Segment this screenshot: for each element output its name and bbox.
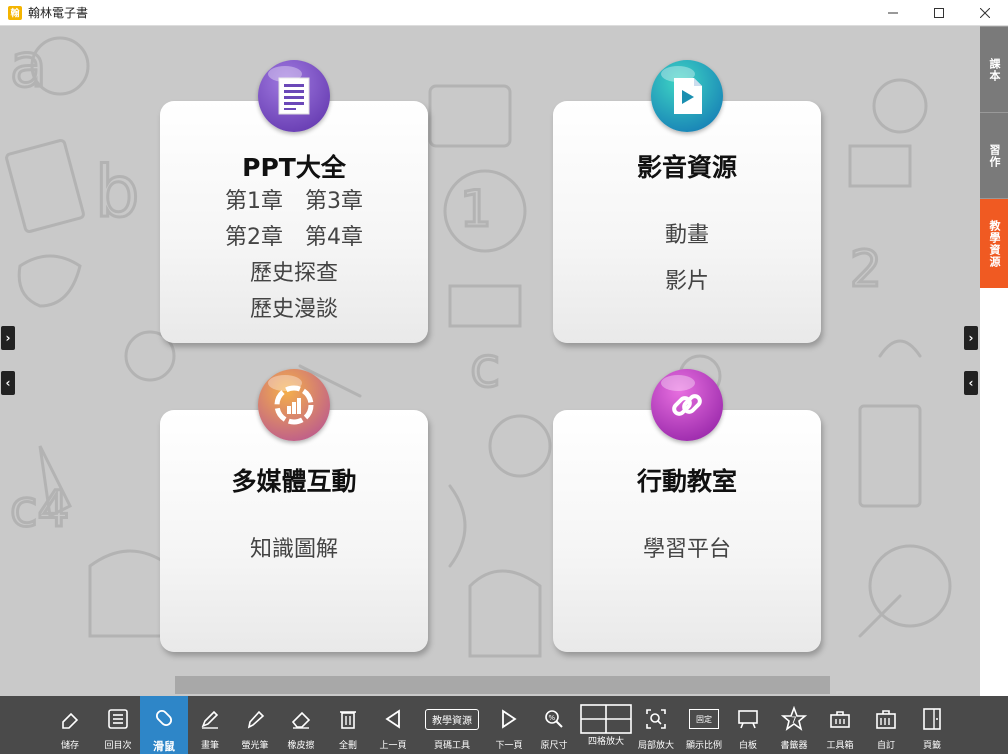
eraser-button[interactable]: 橡皮擦 xyxy=(284,696,318,754)
maximize-icon xyxy=(934,8,944,18)
svg-text:1: 1 xyxy=(460,180,492,238)
display-ratio-icon: 固定 xyxy=(689,706,719,732)
link-icon xyxy=(651,369,723,441)
svg-text:c: c xyxy=(470,335,500,399)
svg-text:b: b xyxy=(95,151,139,233)
tab-teaching-resources[interactable]: 教學資源 xyxy=(980,198,1008,288)
app-logo-icon: 翰 xyxy=(8,5,22,20)
minimize-button[interactable] xyxy=(870,0,916,26)
prev-page-button[interactable]: 上一頁 xyxy=(376,696,410,754)
svg-text:2: 2 xyxy=(850,240,882,298)
clear-all-button[interactable]: 全刪 xyxy=(334,696,362,754)
close-button[interactable] xyxy=(962,0,1008,26)
pen-icon xyxy=(199,706,221,732)
close-icon xyxy=(980,8,990,18)
trash-icon xyxy=(338,706,358,732)
svg-text:7: 7 xyxy=(791,716,797,726)
content-area: a b c4 1 c 2 PPT大全 第1章 第3章 第2章 第4章 歷史探查 … xyxy=(0,26,980,696)
doodle-background: a b c4 1 c 2 xyxy=(5,30,952,658)
eraser-icon xyxy=(290,706,312,732)
svg-text:a: a xyxy=(10,31,47,101)
toc-icon xyxy=(107,706,129,732)
prev-page-icon xyxy=(384,706,402,732)
card-ppt-title: PPT大全 xyxy=(242,153,346,182)
chevron-left-icon: ‹ xyxy=(968,376,974,390)
card-interactive-link[interactable]: 知識圖解 xyxy=(160,532,428,568)
side-tabs: 課本 習作 教學資源 xyxy=(980,26,1008,696)
card-media-links: 動畫 影片 xyxy=(553,213,821,305)
save-button[interactable]: 儲存 xyxy=(52,696,88,754)
whiteboard-button[interactable]: 白板 xyxy=(734,696,762,754)
partial-zoom-icon xyxy=(645,706,667,732)
toc-button[interactable]: 回目次 xyxy=(98,696,138,754)
card-ppt-link[interactable]: 第2章 第4章 xyxy=(160,220,428,256)
save-icon xyxy=(59,706,81,732)
left-panel-collapse-button[interactable]: ‹ xyxy=(1,371,15,395)
partial-zoom-button[interactable]: 局部放大 xyxy=(636,696,676,754)
page-tool-icon: 教學資源 xyxy=(425,706,479,732)
video-icon xyxy=(651,60,723,132)
card-interactive-links: 知識圖解 xyxy=(160,532,428,568)
card-mobile-title: 行動教室 xyxy=(636,467,737,496)
card-media[interactable]: 影音資源 動畫 影片 xyxy=(553,101,821,343)
title-bar: 翰 翰林電子書 xyxy=(0,0,1008,26)
card-ppt-link[interactable]: 歷史探查 xyxy=(160,256,428,292)
right-panel-expand-button[interactable]: › xyxy=(964,326,978,350)
tab-workbook[interactable]: 習作 xyxy=(980,112,1008,198)
toolbox-icon xyxy=(829,706,851,732)
page-tool-button[interactable]: 教學資源 頁碼工具 xyxy=(418,696,486,754)
bottom-toolbar: 儲存 回目次 滑鼠 畫筆 螢光筆 橡皮擦 全刪 上一頁 教學資源 頁碼工具 下一… xyxy=(0,696,1008,754)
right-panel-collapse-button[interactable]: ‹ xyxy=(964,371,978,395)
document-icon xyxy=(258,60,330,132)
next-page-button[interactable]: 下一頁 xyxy=(492,696,526,754)
bookmark-icon: 7 xyxy=(781,706,807,732)
next-page-icon xyxy=(500,706,518,732)
maximize-button[interactable] xyxy=(916,0,962,26)
bookmark-button[interactable]: 7 書籤器 xyxy=(776,696,812,754)
whiteboard-icon xyxy=(737,706,759,732)
card-media-link[interactable]: 影片 xyxy=(553,259,821,305)
highlighter-button[interactable]: 螢光筆 xyxy=(238,696,272,754)
pen-button[interactable]: 畫筆 xyxy=(196,696,224,754)
mouse-icon xyxy=(152,706,176,732)
chart-icon xyxy=(258,369,330,441)
card-media-title: 影音資源 xyxy=(636,153,737,182)
display-ratio-button[interactable]: 固定 顯示比例 xyxy=(684,696,724,754)
quad-zoom-icon xyxy=(580,704,632,734)
card-mobile-link[interactable]: 學習平台 xyxy=(553,532,821,568)
window-title: 翰林電子書 xyxy=(28,6,89,20)
card-ppt-links: 第1章 第3章 第2章 第4章 歷史探查 歷史漫談 xyxy=(160,184,428,328)
card-interactive[interactable]: 多媒體互動 知識圖解 xyxy=(160,410,428,652)
chevron-right-icon: › xyxy=(968,331,974,345)
minimize-icon xyxy=(888,12,898,14)
toolbox-button[interactable]: 工具箱 xyxy=(822,696,858,754)
card-ppt-link[interactable]: 第1章 第3章 xyxy=(160,184,428,220)
chevron-left-icon: ‹ xyxy=(5,376,11,390)
card-ppt[interactable]: PPT大全 第1章 第3章 第2章 第4章 歷史探查 歷史漫談 xyxy=(160,101,428,343)
left-panel-expand-button[interactable]: › xyxy=(1,326,15,350)
custom-button[interactable]: 自訂 xyxy=(872,696,900,754)
toolbar-handle xyxy=(175,676,830,694)
card-mobile[interactable]: 行動教室 學習平台 xyxy=(553,410,821,652)
mouse-button[interactable]: 滑鼠 xyxy=(140,696,188,754)
original-size-icon: % xyxy=(543,706,565,732)
window-controls xyxy=(870,0,1008,26)
card-mobile-links: 學習平台 xyxy=(553,532,821,568)
highlighter-icon xyxy=(244,706,266,732)
card-ppt-link[interactable]: 歷史漫談 xyxy=(160,292,428,328)
original-size-button[interactable]: % 原尺寸 xyxy=(538,696,570,754)
page-tab-button[interactable]: 頁籤 xyxy=(918,696,946,754)
svg-text:%: % xyxy=(549,714,556,722)
custom-icon xyxy=(875,706,897,732)
card-interactive-title: 多媒體互動 xyxy=(231,467,357,496)
quad-zoom-button[interactable]: 四格放大 xyxy=(580,696,632,754)
card-media-link[interactable]: 動畫 xyxy=(553,213,821,259)
tab-textbook[interactable]: 課本 xyxy=(980,26,1008,112)
chevron-right-icon: › xyxy=(5,331,11,345)
page-tab-icon xyxy=(922,706,942,732)
